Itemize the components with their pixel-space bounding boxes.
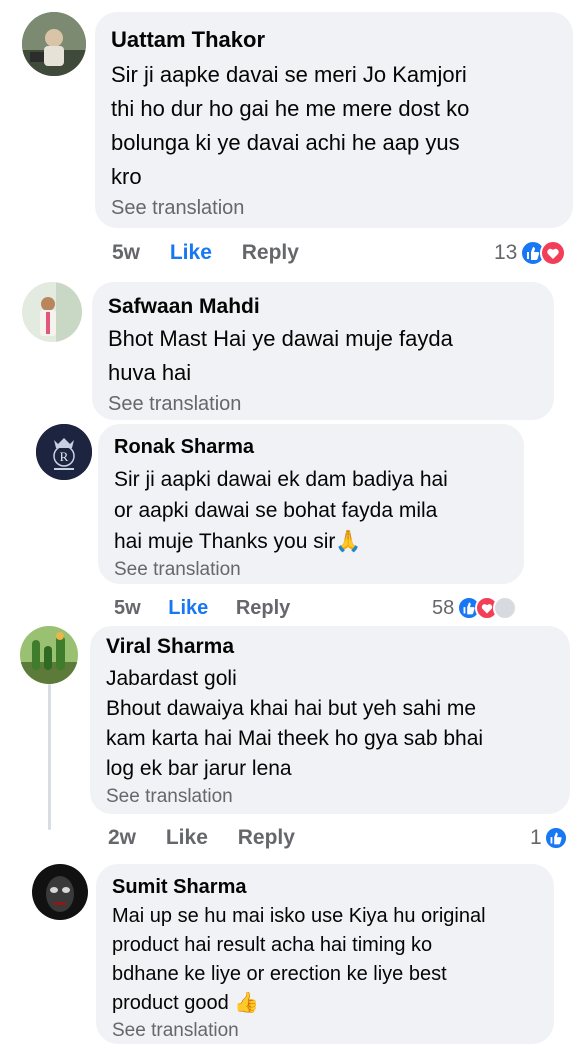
comment-text-line: thi ho dur ho gai he me mere dost ko — [111, 96, 470, 121]
comment-bubble: Viral Sharma Jabardast goli Bhout dawaiy… — [90, 626, 570, 814]
care-reaction-icon — [493, 596, 518, 620]
like-button[interactable]: Like — [170, 241, 212, 264]
comment-author[interactable]: Sumit Sharma — [112, 874, 540, 900]
comment-text-line: log ek bar jarur lena — [106, 757, 292, 780]
reaction-summary[interactable]: 13 — [494, 238, 567, 268]
comment-text-line: kam karta hai Mai theek ho gya sab bhai — [106, 727, 484, 750]
comment-text-line: product hai result acha hai timing ko — [112, 934, 433, 956]
comment-author[interactable]: Viral Sharma — [106, 634, 556, 660]
comment-time: 5w — [112, 241, 141, 264]
comment-author[interactable]: Uattam Thakor — [111, 26, 555, 54]
love-reaction-icon — [540, 240, 567, 266]
comment-text-line: huva hai — [108, 360, 192, 385]
comment-actions: 5w Like Reply — [112, 238, 299, 268]
comment-text-line: Bhout dawaiya khai hai but yeh sahi me — [106, 697, 477, 720]
comment-text-line: Jabardast goli — [106, 667, 237, 690]
see-translation-link[interactable]: See translation — [106, 784, 556, 810]
comment-text-line: Bhot Mast Hai ye dawai muje fayda — [108, 326, 453, 351]
see-translation-link[interactable]: See translation — [111, 194, 555, 222]
comment-text-line: Sir ji aapki dawai ek dam badiya hai — [114, 468, 448, 491]
comment-bubble: Sumit Sharma Mai up se hu mai isko use K… — [96, 864, 554, 1044]
profile-photo — [20, 626, 78, 684]
comment-author[interactable]: Ronak Sharma — [114, 434, 510, 460]
comment-actions: 2w Like Reply — [108, 824, 295, 852]
reaction-count: 1 — [530, 826, 542, 849]
comment-text-line: bolunga ki ye davai achi he aap yus — [111, 130, 460, 155]
avatar[interactable]: R — [36, 424, 92, 480]
profile-photo — [32, 864, 88, 920]
reaction-count: 13 — [494, 241, 518, 264]
reply-thread-line — [48, 684, 51, 830]
svg-text:R: R — [60, 449, 69, 464]
comment-text-line: kro — [111, 164, 142, 189]
profile-photo — [22, 12, 86, 76]
brand-logo-icon: R — [36, 424, 92, 480]
comment-bubble: Ronak Sharma Sir ji aapki dawai ek dam b… — [98, 424, 524, 584]
see-translation-link[interactable]: See translation — [114, 557, 510, 583]
reply-button[interactable]: Reply — [242, 241, 299, 264]
like-reaction-icon — [543, 826, 568, 850]
comment-bubble: Uattam Thakor Sir ji aapke davai se meri… — [95, 12, 573, 228]
comment-text-line: product good 👍 — [112, 992, 260, 1014]
comment-text-line: Mai up se hu mai isko use Kiya hu origin… — [112, 905, 486, 927]
reply-button[interactable]: Reply — [236, 597, 290, 619]
avatar[interactable] — [22, 12, 86, 76]
comment-text-line: hai muje Thanks you sir🙏 — [114, 530, 362, 553]
reply-button[interactable]: Reply — [238, 826, 295, 849]
reaction-count: 58 — [432, 596, 455, 619]
see-translation-link[interactable]: See translation — [108, 390, 538, 418]
comment-text-line: bdhane ke liye or erection ke liye best — [112, 963, 447, 985]
comment-time: 2w — [108, 826, 137, 849]
comment-bubble: Safwaan Mahdi Bhot Mast Hai ye dawai muj… — [92, 282, 554, 420]
like-button[interactable]: Like — [168, 597, 208, 619]
comment-actions: 5w Like Reply — [114, 594, 290, 622]
comment-time: 5w — [114, 597, 141, 619]
comment-author[interactable]: Safwaan Mahdi — [108, 294, 538, 320]
reaction-summary[interactable]: 58 — [432, 594, 518, 622]
comment-text-line: or aapki dawai se bohat fayda mila — [114, 499, 438, 522]
avatar[interactable] — [22, 282, 82, 342]
like-button[interactable]: Like — [166, 826, 208, 849]
profile-photo — [22, 282, 82, 342]
comment-text-line: Sir ji aapke davai se meri Jo Kamjori — [111, 62, 467, 87]
avatar[interactable] — [20, 626, 78, 684]
avatar[interactable] — [32, 864, 88, 920]
see-translation-link[interactable]: See translation — [112, 1018, 540, 1044]
reaction-summary[interactable]: 1 — [530, 824, 568, 852]
